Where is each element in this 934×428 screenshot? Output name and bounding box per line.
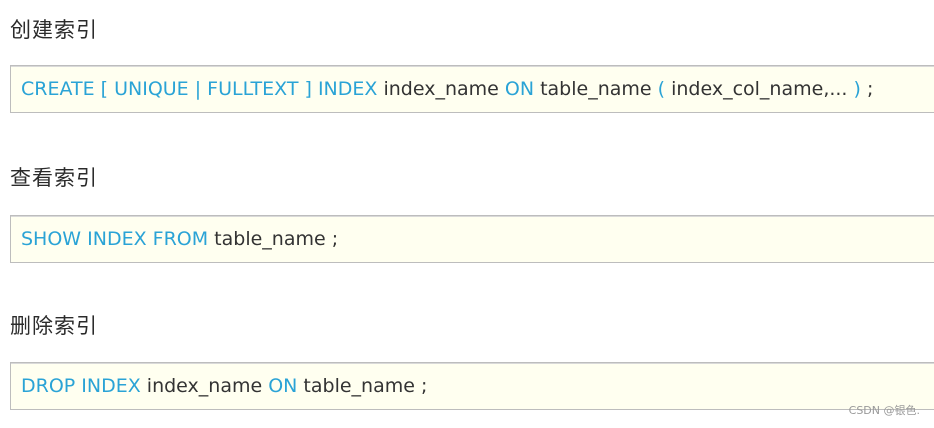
- create-index-title: 创建索引: [10, 18, 98, 42]
- code-text: ;: [860, 78, 874, 100]
- code-text: index_name: [377, 78, 505, 100]
- code-text: index_name: [140, 375, 269, 397]
- code-keyword: DROP INDEX: [21, 375, 141, 397]
- code-text: index_col_name,...: [665, 78, 854, 100]
- code-keyword: ON: [504, 78, 535, 100]
- code-keyword: CREATE [ UNIQUE | FULLTEXT ] INDEX: [21, 78, 378, 100]
- code-text: table_name ;: [297, 375, 428, 397]
- code-text: table_name: [534, 78, 658, 100]
- code-keyword: SHOW INDEX FROM: [21, 228, 209, 250]
- watermark: CSDN @银色.: [848, 404, 920, 417]
- code-text: table_name ;: [208, 228, 339, 250]
- code-keyword: ON: [268, 375, 298, 397]
- code-keyword: (: [657, 78, 666, 100]
- code-keyword: ): [853, 78, 861, 100]
- show-index-code-block: SHOW INDEX FROM table_name ;: [10, 215, 934, 263]
- create-index-code-block: CREATE [ UNIQUE | FULLTEXT ] INDEX index…: [10, 65, 934, 113]
- show-index-title: 查看索引: [10, 166, 98, 190]
- drop-index-code-block: DROP INDEX index_name ON table_name ;: [10, 362, 934, 410]
- drop-index-title: 删除索引: [10, 314, 98, 338]
